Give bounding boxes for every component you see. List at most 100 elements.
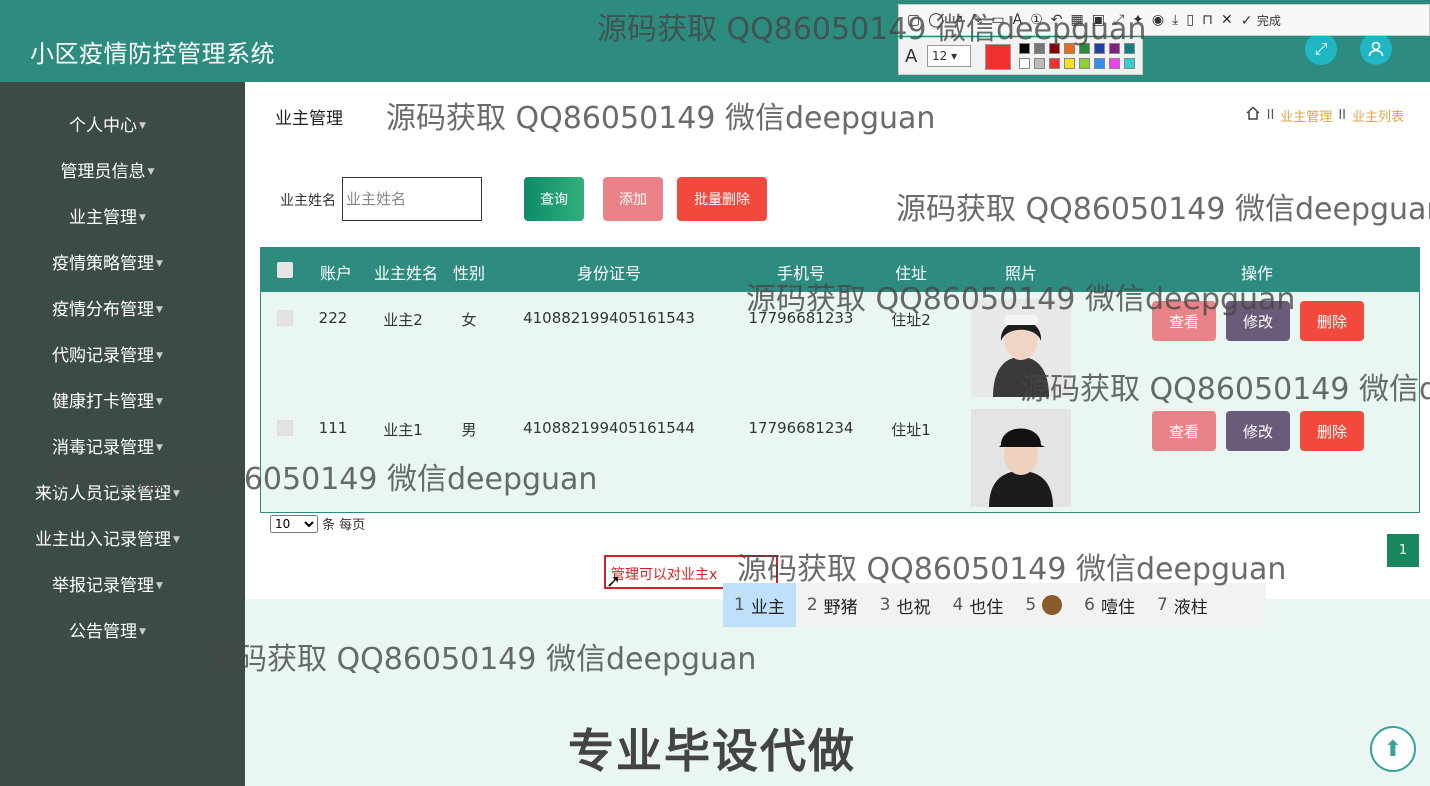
page-title: 业主管理 — [275, 109, 343, 129]
color-swatch[interactable] — [1109, 58, 1120, 69]
ime-candidate-number: 6 — [1084, 595, 1095, 615]
edit-button[interactable]: 修改 — [1226, 411, 1290, 451]
cell-phone: 17796681234 — [748, 419, 854, 437]
sidebar-item-owner-management[interactable]: 业主管理 ▼ — [0, 206, 215, 230]
ime-candidate[interactable]: 4 也住 — [941, 583, 1014, 627]
caret-down-icon: ▼ — [173, 535, 180, 545]
color-swatch[interactable] — [1079, 58, 1090, 69]
page-number-button[interactable]: 1 — [1387, 534, 1419, 567]
sidebar-item-label: 公告管理 — [69, 622, 138, 642]
boar-emoji-icon — [1042, 595, 1063, 615]
done-label: 完成 — [1256, 13, 1281, 28]
color-swatch[interactable] — [1019, 58, 1030, 69]
content-panel: 业主管理 II 业主管理 II 业主列表 业主姓名 查询 添加 批量删除 账户 … — [245, 82, 1430, 599]
breadcrumb-item[interactable]: 业主列表 — [1352, 106, 1404, 125]
row-checkbox[interactable] — [277, 420, 293, 436]
bulk-delete-button[interactable]: 批量删除 — [677, 177, 767, 221]
delete-button[interactable]: 删除 — [1300, 301, 1364, 341]
search-label: 业主姓名 — [280, 193, 336, 209]
scroll-to-top-button[interactable]: ⬆ — [1370, 726, 1416, 772]
caret-down-icon: ▼ — [156, 351, 163, 361]
user-icon[interactable] — [1360, 33, 1392, 65]
sidebar-item-distribution[interactable]: 疫情分布管理 ▼ — [0, 298, 215, 322]
row-checkbox[interactable] — [277, 310, 293, 326]
ime-candidate[interactable]: 2 野猪 — [796, 583, 869, 627]
watermark: 源码获取 QQ86050149 微信deepguan — [1020, 372, 1430, 407]
ime-candidate[interactable]: 6 噎住 — [1073, 583, 1146, 627]
page-size-suffix: 条 每页 — [322, 518, 366, 533]
page-size-control: 10 条 每页 — [270, 514, 365, 533]
breadcrumb-item[interactable]: 业主管理 — [1280, 106, 1332, 125]
color-swatch[interactable] — [1034, 58, 1045, 69]
owner-name-search-input[interactable] — [342, 177, 482, 221]
promo-text: 专业毕设代做 — [568, 724, 856, 778]
ime-candidate[interactable]: 5 — [1014, 583, 1073, 627]
sidebar-item-health-checkin[interactable]: 健康打卡管理 ▼ — [0, 390, 215, 414]
ime-candidate-text: 业主 — [750, 597, 785, 618]
owner-photo — [971, 409, 1071, 507]
ime-candidate-number: 4 — [952, 595, 964, 615]
sidebar-item-label: 业主管理 — [69, 208, 138, 228]
sidebar-item-label: 健康打卡管理 — [52, 392, 155, 412]
caret-down-icon: ▼ — [156, 305, 163, 315]
font-icon: A — [905, 46, 918, 67]
color-swatch[interactable] — [1094, 58, 1105, 69]
delete-button[interactable]: 删除 — [1300, 411, 1364, 451]
page-size-select[interactable]: 10 — [270, 514, 318, 533]
sidebar-item-reports[interactable]: 举报记录管理 ▼ — [0, 574, 215, 598]
sidebar-item-label: 举报记录管理 — [52, 576, 155, 596]
cell-account: 111 — [318, 419, 348, 437]
watermark: 源码获取 QQ86050149 微信deepguan — [386, 101, 936, 136]
sidebar-item-personal-center[interactable]: 个人中心 ▼ — [0, 114, 215, 138]
arrow-up-icon: ⬆ — [1383, 736, 1403, 762]
ime-candidate-number: 2 — [806, 595, 818, 615]
ime-candidate-number: 1 — [734, 595, 745, 615]
sidebar-item-admin-info[interactable]: 管理员信息 ▼ — [0, 160, 215, 184]
color-swatch[interactable] — [1049, 58, 1060, 69]
sidebar-item-label: 业主出入记录管理 — [35, 530, 172, 550]
cell-name: 业主2 — [383, 311, 423, 329]
sidebar-item-label: 代购记录管理 — [52, 346, 155, 366]
cell-name: 业主1 — [383, 421, 423, 439]
sidebar-item-notices[interactable]: 公告管理 ▼ — [0, 620, 215, 644]
cell-gender: 女 — [461, 311, 477, 329]
close-icon[interactable]: ✕ — [1221, 12, 1233, 28]
ime-candidate-text: 噎住 — [1100, 597, 1135, 618]
color-swatch[interactable] — [1064, 58, 1075, 69]
mouse-cursor-icon: ➚ — [606, 571, 622, 592]
sidebar-item-entry-exit[interactable]: 业主出入记录管理 ▼ — [0, 528, 215, 552]
color-swatch[interactable] — [1124, 58, 1135, 69]
add-button[interactable]: 添加 — [603, 177, 663, 221]
copy-icon[interactable]: ▯ — [1186, 12, 1194, 28]
column-header: 性别 — [452, 264, 485, 283]
caret-down-icon: ▼ — [139, 121, 146, 131]
cell-id-number: 410882199405161544 — [523, 419, 695, 437]
sidebar-item-strategy[interactable]: 疫情策略管理 ▼ — [0, 252, 215, 276]
view-button[interactable]: 查看 — [1152, 411, 1216, 451]
done-button[interactable]: ✓ 完成 — [1241, 12, 1281, 29]
sidebar-item-label: 管理员信息 — [60, 162, 146, 182]
watermark: 源码获取 QQ86050149 微信deepguan — [737, 552, 1287, 587]
bookmark-icon[interactable]: ⊓ — [1202, 12, 1213, 28]
watermark: 源码获取 QQ86050149 微信deepguan — [896, 192, 1430, 227]
ime-candidate[interactable]: 3 也祝 — [869, 583, 942, 627]
ime-candidate-bar: 1 业主 2 野猪 3 也祝 4 也住 5 6 噎住 7 液柱 — [723, 583, 1266, 627]
font-size-select[interactable]: 12 ▾ — [927, 45, 971, 67]
download-icon[interactable]: ⤓ — [1172, 12, 1178, 28]
app-title: 小区疫情防控管理系统 — [30, 40, 275, 68]
ime-candidate[interactable]: 1 业主 — [723, 583, 796, 627]
select-all-checkbox[interactable] — [277, 262, 293, 278]
query-button[interactable]: 查询 — [524, 177, 584, 221]
record-icon[interactable]: ◉ — [1152, 12, 1164, 28]
ime-candidate-text: 也祝 — [896, 597, 931, 618]
home-icon[interactable] — [1245, 105, 1261, 125]
sidebar-item-label: 疫情策略管理 — [52, 254, 155, 274]
ime-candidate-number: 5 — [1025, 595, 1037, 615]
ime-candidate[interactable]: 7 液柱 — [1146, 583, 1219, 627]
sidebar-item-purchase[interactable]: 代购记录管理 ▼ — [0, 344, 215, 368]
fullscreen-icon[interactable]: ⤢ — [1305, 33, 1337, 65]
sidebar-item-label: 个人中心 — [69, 116, 138, 136]
watermark: 源码获取 QQ86050149 微信deepguan — [207, 642, 757, 677]
cell-address: 住址1 — [891, 421, 931, 439]
watermark: 源码获取 QQ86050149 微信deepguan — [597, 12, 1147, 47]
